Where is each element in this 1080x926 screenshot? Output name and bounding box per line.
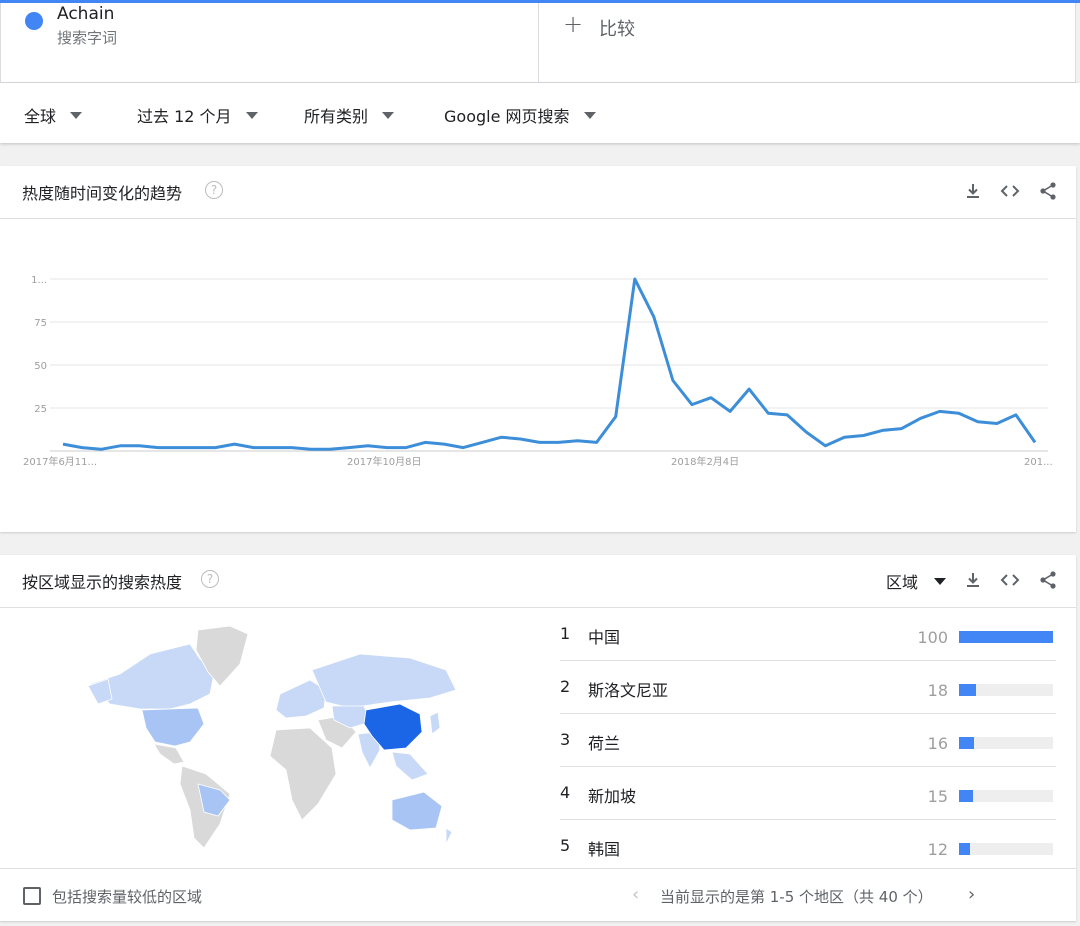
map-russia[interactable] (311, 653, 457, 709)
region-name: 中国 (588, 628, 621, 647)
term-type-label: 搜索字词 (57, 29, 118, 47)
compare-button[interactable]: + 比较 (539, 3, 1075, 82)
x-tick-label: 2018年2月4日 (671, 455, 739, 468)
region-score: 15 (927, 787, 948, 806)
trend-line-chart: 25 50 75 1... 2017年6月11... 2017年10月8日 2018年2月4… (23, 275, 1053, 468)
region-score-bar (959, 790, 974, 802)
plus-icon: + (563, 10, 584, 38)
caret-down-icon (245, 111, 258, 119)
chevron-right-icon[interactable]: › (968, 884, 975, 905)
y-tick-label: 50 (34, 361, 47, 372)
region-resolution-label: 区域 (886, 573, 919, 592)
share-icon[interactable] (1038, 181, 1058, 201)
interest-over-time-card: 热度随时间变化的趋势 ? 25 50 75 1... 2017年6月11... 2017年… (0, 166, 1076, 532)
search-type-filter-label: Google 网页搜索 (444, 107, 570, 126)
region-score-bar-track (959, 737, 1053, 749)
region-row-2[interactable]: 2 斯洛文尼亚 18 (560, 661, 1056, 714)
region-resolution-dropdown[interactable]: 区域 (886, 569, 947, 593)
region-name: 荷兰 (588, 734, 621, 753)
category-filter-dropdown[interactable]: 所有类别 (304, 103, 395, 127)
region-rank: 3 (560, 730, 571, 749)
region-rank: 5 (560, 836, 571, 855)
region-filter-dropdown[interactable]: 全球 (24, 103, 83, 127)
region-name: 韩国 (588, 840, 621, 859)
y-tick-label: 75 (34, 318, 47, 329)
download-icon[interactable] (963, 570, 983, 590)
region-score-bar-track (959, 790, 1053, 802)
region-score-bar-track (959, 684, 1053, 696)
region-row-3[interactable]: 3 荷兰 16 (560, 714, 1056, 767)
x-tick-label: 201... (1024, 457, 1053, 468)
region-name: 斯洛文尼亚 (588, 681, 669, 700)
share-icon[interactable] (1038, 570, 1058, 590)
low-volume-checkbox[interactable] (23, 887, 41, 905)
y-tick-label: 25 (34, 404, 47, 415)
trend-card-title: 热度随时间变化的趋势 (22, 184, 183, 203)
caret-down-icon (70, 111, 83, 119)
map-usa[interactable] (141, 707, 205, 747)
region-row-5[interactable]: 5 韩国 12 (560, 820, 1056, 872)
x-tick-label: 2017年6月11... (23, 455, 97, 468)
region-card-title: 按区域显示的搜索热度 (22, 573, 183, 592)
x-tick-label: 2017年10月8日 (347, 455, 422, 468)
help-icon[interactable]: ? (201, 570, 219, 588)
region-score-bar-track (959, 843, 1053, 855)
map-australia[interactable] (391, 791, 443, 831)
region-card-footer: 包括搜索量较低的区域 ‹ 当前显示的是第 1-5 个地区（共 40 个） › (0, 868, 1076, 921)
region-score-bar (959, 631, 1053, 643)
search-type-filter-dropdown[interactable]: Google 网页搜索 (444, 103, 596, 127)
y-tick-label: 1... (31, 275, 47, 286)
region-rank: 4 (560, 783, 571, 802)
caret-down-icon (934, 577, 947, 585)
help-icon[interactable]: ? (205, 181, 223, 199)
map-southeast-asia[interactable] (391, 751, 429, 781)
region-filter-label: 全球 (24, 107, 57, 126)
map-mexico[interactable] (153, 743, 185, 765)
filter-bar: 全球 过去 12 个月 所有类别 Google 网页搜索 (0, 83, 1080, 143)
caret-down-icon (382, 111, 395, 119)
category-filter-label: 所有类别 (304, 107, 369, 126)
world-map[interactable] (80, 624, 460, 854)
map-alaska[interactable] (87, 678, 113, 705)
chevron-left-icon[interactable]: ‹ (632, 884, 639, 905)
low-volume-label[interactable]: 包括搜索量较低的区域 (52, 886, 202, 907)
region-name: 新加坡 (588, 787, 637, 806)
embed-code-icon[interactable] (1000, 181, 1020, 201)
map-new-zealand[interactable] (445, 827, 453, 845)
region-rank: 1 (560, 624, 571, 643)
region-score-bar (959, 684, 976, 696)
trend-chart: 25 50 75 1... 2017年6月11... 2017年10月8日 2018年2月4… (0, 219, 1076, 531)
region-score: 100 (917, 628, 948, 647)
region-score: 16 (927, 734, 948, 753)
pagination-status: 当前显示的是第 1-5 个地区（共 40 个） (660, 888, 933, 906)
region-score-bar-track (959, 631, 1053, 643)
region-row-1[interactable]: 1 中国 100 (560, 608, 1056, 661)
region-score: 18 (927, 681, 948, 700)
search-terms-bar: Achain 搜索字词 + 比较 (0, 3, 1076, 83)
region-card-header: 按区域显示的搜索热度 ? 区域 (0, 555, 1076, 608)
term-card-achain[interactable]: Achain 搜索字词 (1, 3, 539, 82)
time-filter-dropdown[interactable]: 过去 12 个月 (137, 103, 258, 127)
interest-by-region-card: 按区域显示的搜索热度 ? 区域 1 中国 100 2 斯洛文尼亚 18 3 荷兰… (0, 555, 1076, 921)
region-score-bar (959, 737, 975, 749)
trend-card-header: 热度随时间变化的趋势 ? (0, 166, 1076, 219)
region-row-4[interactable]: 4 新加坡 15 (560, 767, 1056, 820)
region-rank: 2 (560, 677, 571, 696)
region-body: 1 中国 100 2 斯洛文尼亚 18 3 荷兰 16 4 新加坡 15 5 韩国 12 (0, 608, 1076, 869)
term-name[interactable]: Achain (57, 4, 114, 24)
download-icon[interactable] (963, 181, 983, 201)
compare-label: 比较 (599, 19, 635, 40)
region-ranking-list: 1 中国 100 2 斯洛文尼亚 18 3 荷兰 16 4 新加坡 15 5 韩国 12 (560, 608, 1056, 872)
time-filter-label: 过去 12 个月 (137, 107, 232, 126)
region-score: 12 (927, 840, 948, 859)
trend-series-line (62, 277, 1037, 451)
caret-down-icon (583, 111, 596, 119)
map-africa[interactable] (269, 727, 337, 821)
term-color-dot (25, 12, 43, 30)
map-japan[interactable] (429, 711, 441, 735)
embed-code-icon[interactable] (1000, 570, 1020, 590)
region-score-bar (959, 843, 971, 855)
